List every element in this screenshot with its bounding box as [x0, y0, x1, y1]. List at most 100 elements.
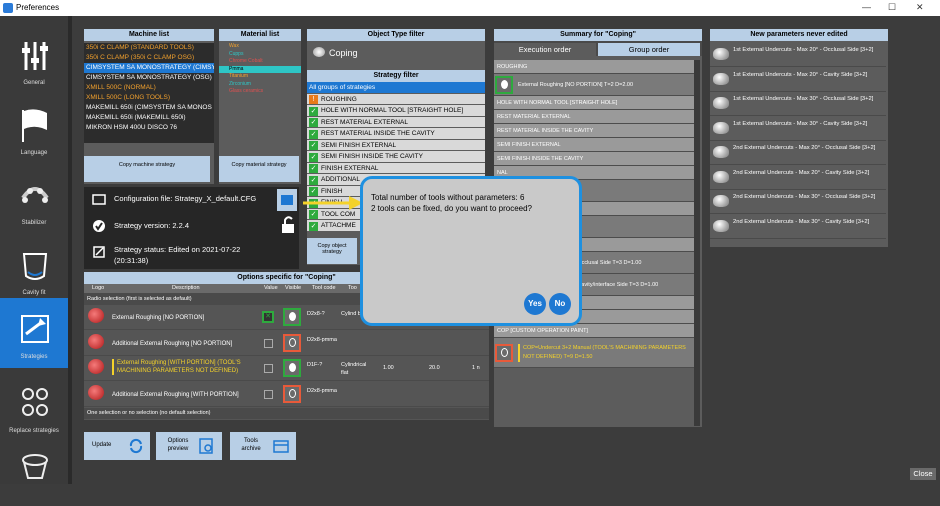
copy-object-strategy-button[interactable]: Copy object strategy	[307, 238, 357, 264]
sidebar-item-strategies[interactable]: Strategies	[0, 298, 68, 368]
material-list-item[interactable]: Wax	[219, 43, 301, 51]
material-list: Wax Cupps Chrome Cobalt Pmma Titanium Zirconi…	[219, 43, 301, 96]
sidebar-item-language[interactable]: Language	[0, 94, 68, 164]
sidebar-item-general[interactable]: General	[0, 24, 68, 94]
object-type-value: Coping	[329, 48, 358, 58]
machine-list-item[interactable]: MAKEMILL 650i (MAKEMILL 650i)	[84, 113, 214, 123]
checkbox[interactable]	[264, 364, 273, 373]
coping-icon	[713, 146, 729, 158]
col-tool-code: Tool code	[312, 285, 336, 291]
preview-icon	[199, 438, 213, 454]
tab-group-order[interactable]: Group order	[598, 43, 700, 56]
tab-execution-order[interactable]: Execution order	[494, 43, 596, 56]
strategy-filter-item[interactable]: ✓ FINISH EXTERNAL	[307, 162, 485, 174]
lightbulb-icon[interactable]	[283, 384, 301, 403]
sidebar-item-replace-strategies[interactable]: Replace strategies	[0, 372, 68, 442]
unlock-icon[interactable]	[280, 215, 296, 235]
new-param-item[interactable]: 1st External Undercuts - Max 20° - Occlu…	[710, 43, 886, 67]
new-param-item[interactable]: 1st External Undercuts - Max 20° - Cavit…	[710, 68, 886, 92]
summary-group-header[interactable]: REST MATERIAL INSIDE THE CAVITY	[494, 124, 694, 138]
copy-object-label: Copy object strategy	[317, 243, 347, 255]
update-button[interactable]: Update	[84, 432, 150, 460]
tool-holder-icon	[22, 454, 48, 479]
new-param-item[interactable]: 1st External Undercuts - Max 30° - Occlu…	[710, 92, 886, 116]
new-param-item[interactable]: 2nd External Undercuts - Max 30° - Cavit…	[710, 215, 886, 239]
new-param-item[interactable]: 2nd External Undercuts - Max 20° - Cavit…	[710, 166, 886, 190]
strategy-filter-item[interactable]: ✓ HOLE WITH NORMAL TOOL [STRAIGHT HOLE]	[307, 105, 485, 117]
machine-list-item[interactable]: MIKRON HSM 400U DISCO 76	[84, 123, 214, 133]
material-list-item[interactable]: Cupps	[219, 51, 301, 59]
checkbox-checked-icon[interactable]: ✕	[262, 311, 274, 323]
summary-group-header[interactable]: REST MATERIAL EXTERNAL	[494, 110, 694, 124]
tool-code: D2x8-?	[307, 311, 325, 317]
sidebar-scrollbar[interactable]	[68, 16, 72, 484]
machine-list-item[interactable]: CIMSYSTEM SA MONOSTRATEGY (CIMSY	[84, 63, 214, 73]
new-param-label: 2nd External Undercuts - Max 30° - Cavit…	[733, 218, 870, 225]
yes-button[interactable]: Yes	[524, 293, 546, 315]
machine-list-item[interactable]: 350i C CLAMP (STANDARD TOOLS)	[84, 43, 214, 53]
machine-list-item[interactable]: 350i C CLAMP (350i C CLAMP OSG)	[84, 53, 214, 63]
checkbox-checked-icon[interactable]: ✓	[309, 141, 318, 150]
lightbulb-icon[interactable]	[283, 359, 301, 377]
confirm-dialog: Total number of tools without parameters…	[360, 176, 582, 326]
table-row[interactable]: Additional External Roughing [WITH PORTI…	[84, 382, 489, 407]
tools-archive-button[interactable]: Tools archive	[230, 432, 296, 460]
strategy-filter-item[interactable]: ✓ SEMI FINISH EXTERNAL	[307, 139, 485, 151]
table-row[interactable]: Additional External Roughing [NO PORTION…	[84, 331, 489, 356]
checkbox[interactable]	[264, 338, 273, 348]
new-param-item[interactable]: 1st External Undercuts - Max 30° - Cavit…	[710, 117, 886, 141]
no-button[interactable]: No	[549, 293, 571, 315]
strategy-filter-item[interactable]: ✓ REST MATERIAL EXTERNAL	[307, 116, 485, 128]
sidebar-item-tool-holder[interactable]	[0, 436, 68, 506]
strategy-filter-item[interactable]: ! ROUGHING	[307, 93, 485, 105]
new-param-item[interactable]: 2nd External Undercuts - Max 20° - Occlu…	[710, 141, 886, 165]
copy-material-strategy-button[interactable]: Copy material strategy	[219, 156, 299, 182]
minimize-button[interactable]: —	[862, 2, 871, 12]
copy-machine-strategy-button[interactable]: Copy machine strategy	[84, 156, 210, 182]
lightbulb-icon[interactable]	[283, 308, 301, 326]
summary-group-header[interactable]: SEMI FINISH EXTERNAL	[494, 138, 694, 152]
checkbox-checked-icon[interactable]: ✓	[309, 175, 318, 185]
sidebar-item-stabilizer[interactable]: Stabilizer	[0, 164, 68, 234]
summary-group-header[interactable]: SEMI FINISH INSIDE THE CAVITY	[494, 152, 694, 166]
material-list-item[interactable]: Pmma	[219, 65, 301, 73]
lightbulb-icon[interactable]	[495, 344, 513, 362]
material-list-item[interactable]: Titanium	[219, 73, 301, 81]
lightbulb-icon[interactable]	[495, 76, 513, 94]
checkbox-checked-icon[interactable]: ✓	[309, 164, 318, 173]
close-button[interactable]: Close	[910, 468, 936, 480]
new-param-item[interactable]: 2nd External Undercuts - Max 30° - Occlu…	[710, 190, 886, 214]
table-row[interactable]: External Roughing [WITH PORTION] (TOOL'S…	[84, 356, 489, 381]
summary-strategy-item[interactable]: COP=Undercut 3+2 Manual (TOOL'S MACHININ…	[494, 338, 694, 368]
warning-icon[interactable]: !	[309, 95, 318, 104]
material-list-item[interactable]: Glass ceramics	[219, 88, 301, 96]
maximize-button[interactable]: ☐	[888, 2, 896, 13]
checkbox-checked-icon[interactable]: ✓	[309, 221, 318, 231]
checkbox-checked-icon[interactable]: ✓	[309, 129, 318, 139]
machine-list-item[interactable]: CIMSYSTEM SA MONOSTRATEGY (OSG)	[84, 73, 214, 83]
machine-list-item[interactable]: XMILL 500C (NORMAL)	[84, 83, 214, 93]
summary-strategy-item[interactable]: External Roughing [NO PORTION] T=2 D=2.0…	[494, 74, 694, 96]
checkbox[interactable]	[264, 389, 273, 399]
material-list-item[interactable]: Zirconium	[219, 81, 301, 89]
machine-list-item[interactable]: MAKEMILL 650i (CIMSYSTEM SA MONOS	[84, 103, 214, 113]
summary-group-header[interactable]: ROUGHING	[494, 60, 694, 74]
strategy-filter-item[interactable]: ✓ SEMI FINISH INSIDE THE CAVITY	[307, 151, 485, 163]
summary-scrollbar[interactable]	[694, 60, 700, 426]
summary-group-header[interactable]: COP [CUSTOM OPERATION PAINT]	[494, 324, 694, 338]
strategy-filter-item[interactable]: All groups of strategies	[307, 82, 485, 94]
object-type-selector[interactable]: Coping	[307, 41, 485, 67]
machine-list-item[interactable]: XMILL 500C (LONG TOOLS)	[84, 93, 214, 103]
tool-code: D1F-?	[307, 362, 323, 368]
options-preview-button[interactable]: Options preview	[156, 432, 222, 460]
close-window-button[interactable]: ✕	[916, 2, 924, 13]
sidebar-item-cavity-fit[interactable]: Cavity fit	[0, 234, 68, 304]
checkbox-checked-icon[interactable]: ✓	[309, 152, 318, 162]
strategy-filter-item[interactable]: ✓ REST MATERIAL INSIDE THE CAVITY	[307, 128, 485, 140]
lightbulb-icon[interactable]	[283, 333, 301, 352]
material-list-item[interactable]: Chrome Cobalt	[219, 58, 301, 66]
open-config-button[interactable]	[277, 189, 297, 211]
checkbox-checked-icon[interactable]: ✓	[309, 106, 318, 116]
checkbox-checked-icon[interactable]: ✓	[309, 118, 318, 127]
summary-group-header[interactable]: HOLE WITH NORMAL TOOL [STRAIGHT HOLE]	[494, 96, 694, 110]
